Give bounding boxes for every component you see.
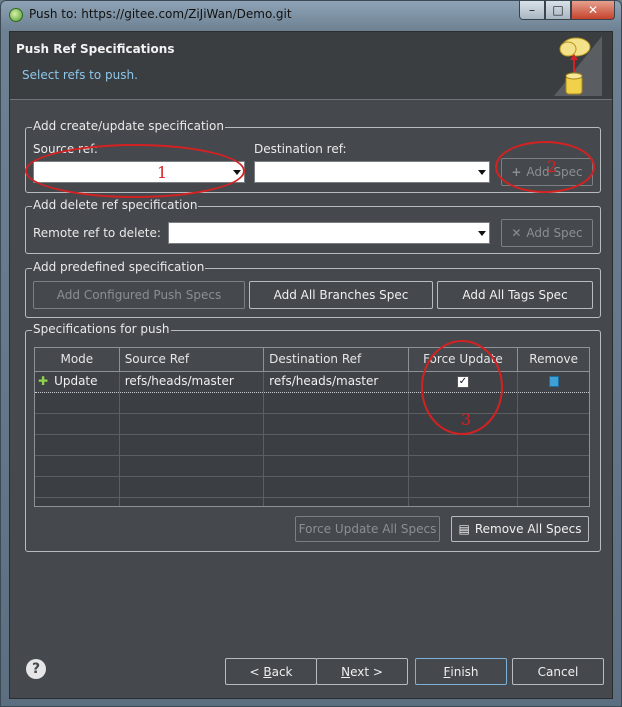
remove-all-specs-label: Remove All Specs — [474, 522, 582, 536]
push-dialog-window: Push to: https://gitee.com/ZiJiWan/Demo.… — [0, 0, 622, 707]
add-configured-push-specs-button[interactable]: Add Configured Push Specs — [33, 281, 245, 309]
back-rest: ack — [271, 664, 293, 679]
source-ref-cell[interactable]: refs/heads/master — [120, 372, 265, 392]
back-prefix: < — [249, 664, 264, 679]
window-controls: – □ ✕ — [519, 1, 615, 20]
back-button[interactable]: < Back — [225, 658, 317, 685]
mode-cell[interactable]: ✚ Update — [35, 372, 120, 392]
column-header-remove[interactable]: Remove — [518, 348, 589, 372]
push-cloud-icon — [554, 36, 602, 96]
column-header-mode[interactable]: Mode — [35, 348, 120, 372]
specs-group-label: Specifications for push — [32, 322, 171, 336]
page-subtitle: Select refs to push. — [22, 68, 138, 82]
maximize-button[interactable]: □ — [545, 1, 571, 20]
finish-button[interactable]: Finish — [415, 658, 507, 685]
next-rest: ext > — [350, 664, 383, 679]
help-icon[interactable]: ? — [26, 659, 46, 679]
remove-cell[interactable] — [518, 372, 589, 392]
destination-ref-label: Destination ref: — [254, 142, 347, 156]
page-title: Push Ref Specifications — [16, 42, 175, 56]
table-row — [35, 456, 589, 477]
title-bar[interactable]: Push to: https://gitee.com/ZiJiWan/Demo.… — [1, 1, 621, 29]
finish-mnemonic: F — [443, 664, 451, 679]
column-header-source-ref[interactable]: Source Ref — [120, 348, 265, 372]
column-header-force-update[interactable]: Force Update — [409, 348, 519, 372]
predefined-group-label: Add predefined specification — [32, 260, 206, 274]
table-row — [35, 414, 589, 435]
destination-ref-combo[interactable] — [254, 161, 490, 183]
annotation-number-3: 3 — [461, 410, 472, 429]
source-ref-label: Source ref: — [33, 142, 98, 156]
dialog-client-area: Push Ref Specifications Select refs to p… — [9, 31, 613, 699]
add-all-tags-spec-button[interactable]: Add All Tags Spec — [437, 281, 593, 309]
create-update-group: Add create/update specification Source r… — [25, 119, 601, 193]
minimize-button[interactable]: – — [519, 1, 545, 20]
back-mnemonic: B — [263, 664, 272, 679]
chevron-down-icon[interactable] — [478, 231, 486, 236]
table-row[interactable]: ✚ Update refs/heads/master refs/heads/mas… — [35, 372, 589, 393]
table-row — [35, 477, 589, 498]
window-title: Push to: https://gitee.com/ZiJiWan/Demo.… — [29, 7, 292, 21]
cancel-button[interactable]: Cancel — [512, 658, 604, 685]
annotation-number-1: 1 — [157, 163, 168, 182]
force-update-all-specs-button[interactable]: Force Update All Specs — [295, 516, 440, 542]
egit-app-icon — [9, 8, 23, 22]
force-update-checkbox[interactable]: ✓ — [456, 375, 469, 388]
trash-icon[interactable] — [548, 376, 559, 387]
add-delete-spec-label: Add Spec — [526, 226, 583, 240]
annotation-number-2: 2 — [547, 157, 558, 176]
add-plus-icon: ✚ — [38, 374, 49, 388]
delete-x-icon: ✕ — [511, 226, 522, 240]
delete-ref-group-label: Add delete ref specification — [32, 198, 199, 212]
chevron-down-icon[interactable] — [478, 170, 486, 175]
add-delete-spec-button[interactable]: ✕ Add Spec — [501, 219, 593, 247]
create-update-group-label: Add create/update specification — [32, 119, 225, 133]
specs-for-push-group: Specifications for push Mode Source Ref … — [25, 322, 601, 552]
force-update-cell[interactable]: ✓ — [409, 372, 519, 392]
predefined-spec-group: Add predefined specification Add Configu… — [25, 260, 601, 318]
next-mnemonic: N — [341, 664, 351, 679]
mode-value: Update — [54, 374, 98, 388]
document-icon: ▤ — [458, 522, 470, 536]
source-ref-combo[interactable] — [33, 161, 245, 183]
add-all-branches-spec-button[interactable]: Add All Branches Spec — [249, 281, 433, 309]
destination-ref-cell[interactable]: refs/heads/master — [264, 372, 409, 392]
table-row — [35, 435, 589, 456]
delete-ref-group: Add delete ref specification Remote ref … — [25, 198, 601, 254]
close-button[interactable]: ✕ — [571, 1, 615, 20]
next-button[interactable]: Next > — [316, 658, 408, 685]
table-row — [35, 393, 589, 414]
remote-ref-combo[interactable] — [168, 222, 490, 244]
remove-all-specs-button[interactable]: ▤ Remove All Specs — [451, 516, 589, 542]
table-header: Mode Source Ref Destination Ref Force Up… — [35, 348, 589, 372]
chevron-down-icon[interactable] — [233, 170, 241, 175]
finish-rest: inish — [450, 664, 479, 679]
column-header-destination-ref[interactable]: Destination Ref — [264, 348, 409, 372]
remote-ref-label: Remote ref to delete: — [33, 226, 161, 240]
wizard-header: Push Ref Specifications Select refs to p… — [10, 32, 612, 100]
table-row — [35, 498, 589, 506]
plus-icon: + — [511, 165, 522, 179]
push-specs-table[interactable]: Mode Source Ref Destination Ref Force Up… — [34, 347, 590, 507]
